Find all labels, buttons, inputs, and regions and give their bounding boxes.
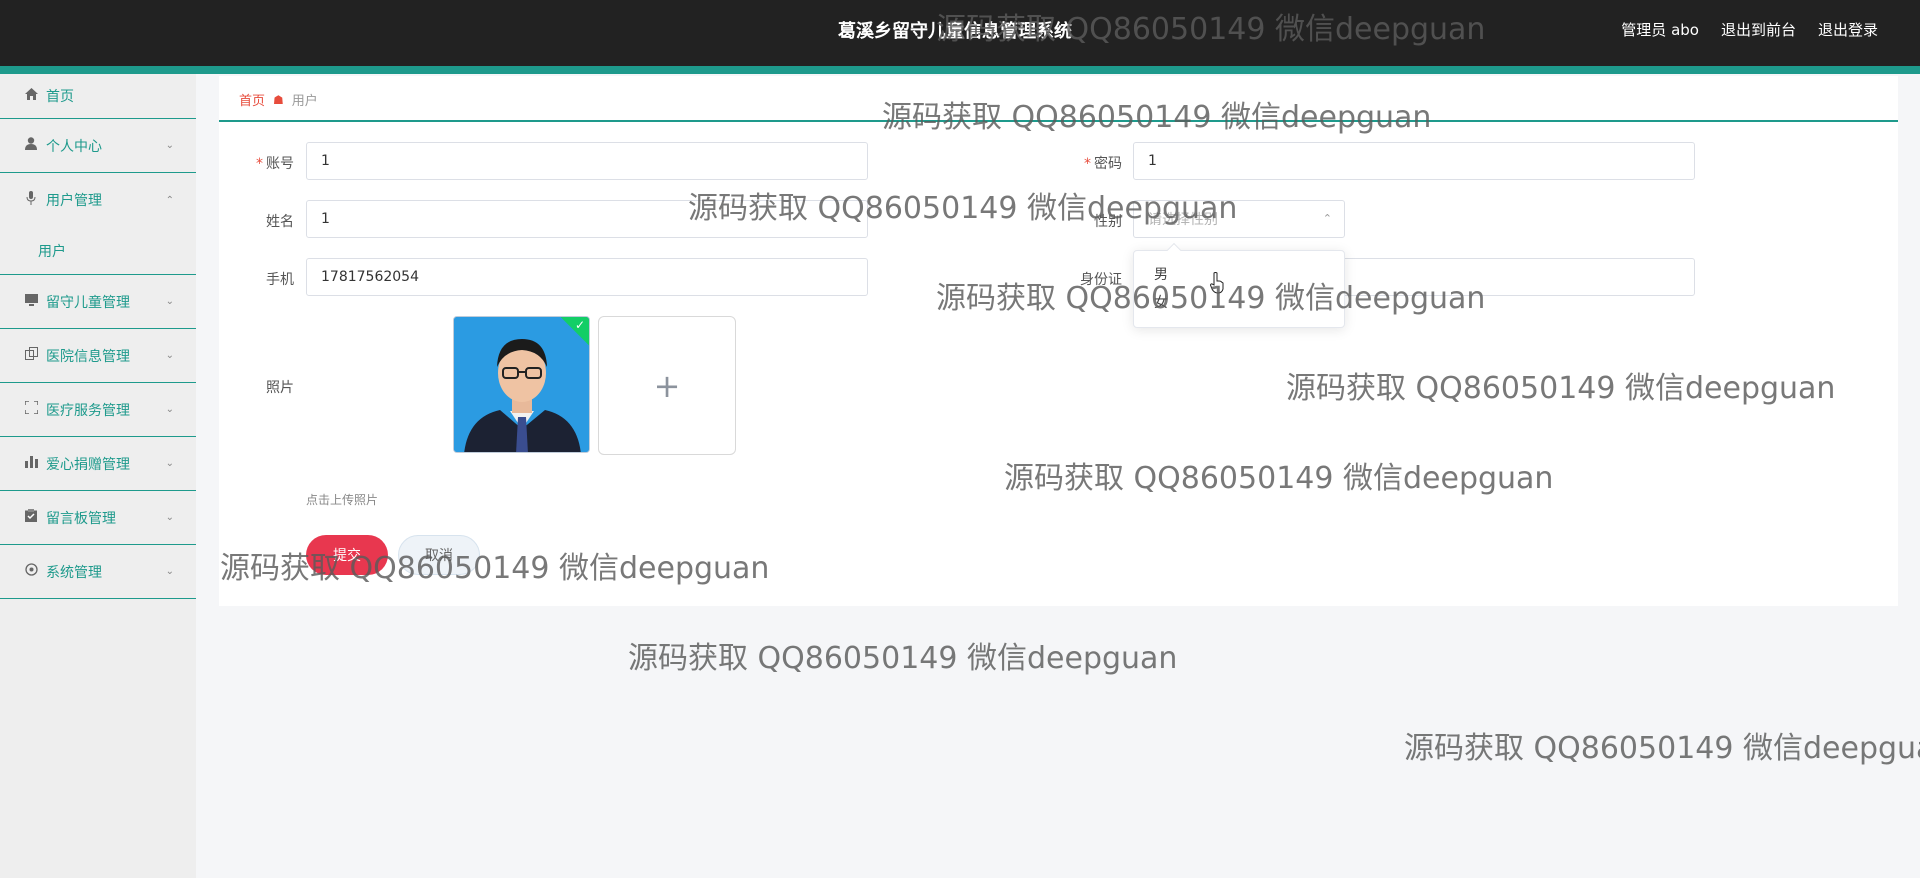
- watermark-text: 源码获取 QQ86050149 微信deepguan: [628, 641, 1178, 676]
- sidebar-item-label: 个人中心: [46, 138, 102, 155]
- chevron-up-icon: ⌃: [165, 194, 174, 206]
- breadcrumb-current: 用户: [291, 94, 318, 109]
- top-bar: 葛溪乡留守儿童信息管理系统 管理员 abo 退出到前台 退出登录: [0, 0, 1920, 66]
- id-card-label: 身份证: [1080, 272, 1122, 288]
- gender-option-female[interactable]: 女: [1134, 289, 1344, 317]
- gender-label: 性别: [1094, 214, 1122, 230]
- top-bar-accent-line: [0, 66, 1920, 74]
- sidebar-item-personal-center[interactable]: 个人中心 ⌄: [0, 119, 196, 173]
- sidebar-item-label: 首页: [46, 89, 74, 105]
- sidebar-item-donation[interactable]: 爱心捐赠管理 ⌄: [0, 437, 196, 491]
- account-input[interactable]: 1: [306, 142, 868, 180]
- phone-label: 手机: [266, 272, 294, 288]
- sidebar-item-label: 用户管理: [46, 193, 102, 209]
- breadcrumb-separator-icon: ☗: [273, 92, 284, 107]
- user-icon: [22, 137, 40, 154]
- sidebar: 首页 个人中心 ⌄ 用户管理 ⌃ 用户 留守儿童管理 ⌄ 医院信息管理 ⌄ 医疗…: [0, 74, 196, 878]
- chevron-down-icon: ⌄: [165, 140, 174, 151]
- chevron-down-icon: ⌄: [165, 458, 174, 469]
- cancel-button[interactable]: 取消: [398, 535, 480, 575]
- settings-icon: [22, 563, 40, 580]
- app-title: 葛溪乡留守儿童信息管理系统: [838, 21, 1072, 42]
- chevron-down-icon: ⌄: [165, 512, 174, 523]
- gender-option-male[interactable]: 男: [1134, 261, 1344, 289]
- chevron-down-icon: ⌄: [165, 350, 174, 361]
- logout-link[interactable]: 退出登录: [1818, 19, 1878, 40]
- sidebar-item-medical-service[interactable]: 医疗服务管理 ⌄: [0, 383, 196, 437]
- check-icon: ✓: [574, 318, 585, 332]
- admin-user-link[interactable]: 管理员 abo: [1621, 19, 1699, 40]
- password-label: * 密码: [1084, 156, 1122, 172]
- breadcrumb: 首页 ☗ 用户: [239, 90, 318, 110]
- sidebar-item-label: 医院信息管理: [46, 348, 130, 365]
- password-input[interactable]: 1: [1133, 142, 1695, 180]
- mic-icon: [22, 191, 40, 209]
- watermark-text: 源码获取 QQ86050149 微信deepguan: [1404, 731, 1920, 766]
- bar-chart-icon: [22, 455, 40, 472]
- fullscreen-icon: [22, 400, 40, 418]
- breadcrumb-divider: [219, 120, 1898, 122]
- portrait-photo-image: [454, 317, 589, 452]
- breadcrumb-home[interactable]: 首页: [239, 90, 265, 109]
- top-links: 管理员 abo 退出到前台 退出登录: [1621, 19, 1878, 40]
- sidebar-item-label: 留守儿童管理: [46, 294, 130, 311]
- chevron-down-icon: ⌄: [165, 296, 174, 307]
- sidebar-item-home[interactable]: 首页: [0, 74, 196, 119]
- home-icon: [22, 88, 40, 104]
- sidebar-item-system[interactable]: 系统管理 ⌄: [0, 545, 196, 599]
- chevron-up-icon: ⌃: [1322, 212, 1332, 225]
- sidebar-item-message-board[interactable]: 留言板管理 ⌄: [0, 491, 196, 545]
- plus-icon: +: [653, 366, 681, 405]
- sidebar-item-label: 医疗服务管理: [46, 402, 130, 419]
- sidebar-item-label: 系统管理: [46, 564, 102, 581]
- sidebar-item-left-behind-children[interactable]: 留守儿童管理 ⌄: [0, 275, 196, 329]
- gender-select[interactable]: 请选择性别 ⌃: [1133, 200, 1345, 238]
- gender-select-placeholder: 请选择性别: [1148, 212, 1218, 228]
- hand-cursor-icon: [1210, 272, 1224, 294]
- sidebar-item-label: 留言板管理: [46, 510, 116, 527]
- upload-tip: 点击上传照片: [306, 493, 379, 507]
- sidebar-item-label: 用户: [38, 243, 66, 260]
- sidebar-item-label: 爱心捐赠管理: [46, 456, 130, 473]
- photo-label: 照片: [266, 380, 294, 396]
- uploaded-photo-thumbnail[interactable]: ✓: [453, 316, 590, 453]
- clipboard-icon: [22, 509, 40, 526]
- submit-button[interactable]: 提交: [306, 535, 388, 575]
- sidebar-subitem-user[interactable]: 用户: [0, 227, 196, 275]
- chevron-down-icon: ⌄: [165, 566, 174, 577]
- exit-to-front-link[interactable]: 退出到前台: [1721, 19, 1796, 40]
- chevron-down-icon: ⌄: [165, 404, 174, 415]
- sidebar-item-user-management[interactable]: 用户管理 ⌃: [0, 173, 196, 227]
- gender-dropdown: 男 女: [1133, 242, 1345, 328]
- account-label: * 账号: [256, 156, 294, 172]
- copy-icon: [22, 347, 40, 364]
- sidebar-item-hospital-info[interactable]: 医院信息管理 ⌄: [0, 329, 196, 383]
- name-input[interactable]: 1: [306, 200, 868, 238]
- monitor-icon: [22, 293, 40, 310]
- phone-input[interactable]: 17817562054: [306, 258, 868, 296]
- upload-photo-button[interactable]: +: [598, 316, 736, 455]
- name-label: 姓名: [266, 214, 294, 230]
